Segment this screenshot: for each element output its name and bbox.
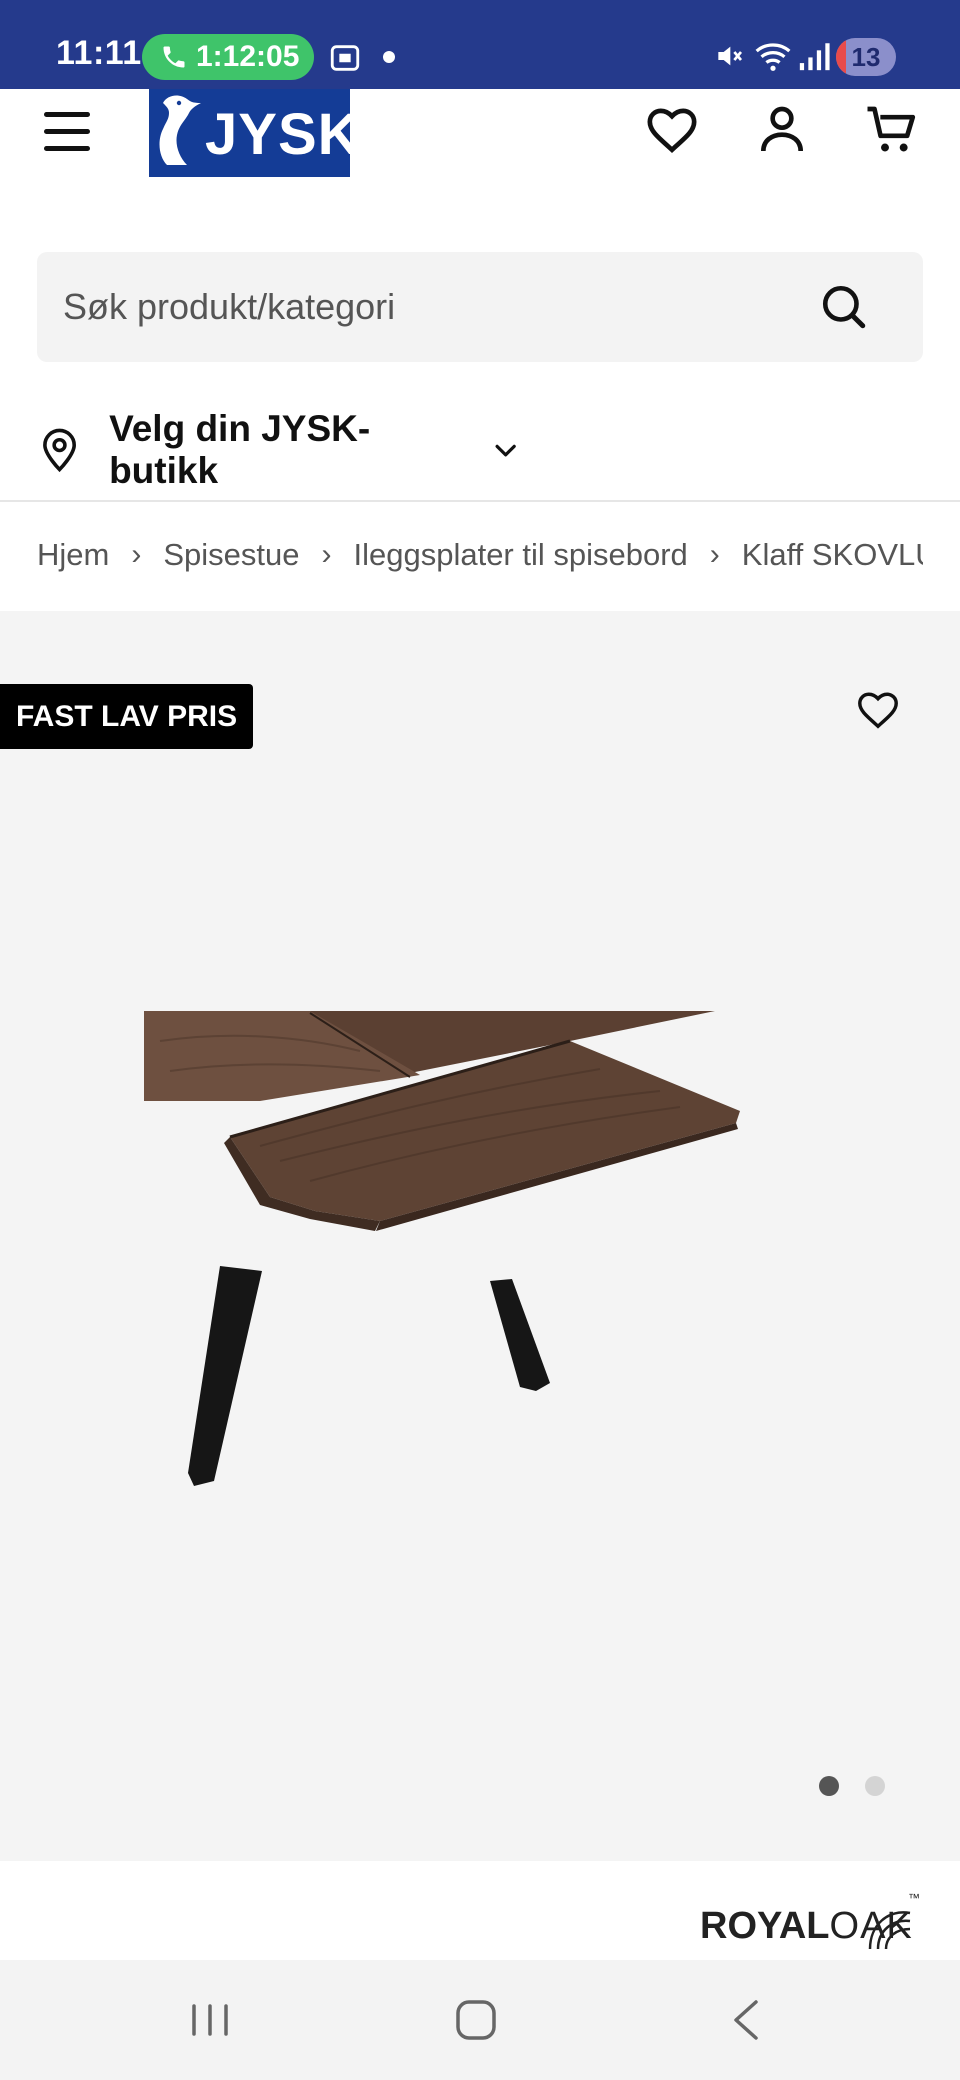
- menu-bar: [44, 112, 90, 117]
- breadcrumb: Hjem › Spisestue › Ileggsplater til spis…: [37, 530, 923, 580]
- location-pin-icon: [43, 428, 76, 473]
- recent-apps-icon[interactable]: [180, 1990, 240, 2050]
- wishlist-heart-icon[interactable]: [644, 102, 700, 158]
- brand-swirl-icon: [868, 1911, 911, 1950]
- signal-icon: [799, 43, 830, 71]
- call-timer: 1:12:05: [196, 40, 300, 73]
- brand-logo: ROYALOAK ™: [700, 1891, 920, 1965]
- gallery-dot-1[interactable]: [819, 1776, 839, 1796]
- bird-logo-icon: [159, 95, 201, 165]
- search-input[interactable]: Søk produkt/kategori: [37, 252, 923, 362]
- gallery-dot-2[interactable]: [865, 1776, 885, 1796]
- gallery-pagination: [819, 1776, 885, 1796]
- battery-badge: 13: [836, 38, 896, 76]
- chevron-right-icon: ›: [131, 538, 142, 571]
- menu-bar: [44, 129, 90, 134]
- site-header: [0, 89, 960, 264]
- notification-dot: [383, 51, 395, 63]
- brand-logo-part1: ROYAL: [700, 1905, 830, 1947]
- divider: [0, 500, 960, 502]
- logo-text: JYSK: [205, 102, 361, 167]
- mute-icon: [718, 46, 743, 66]
- menu-bar: [44, 146, 90, 151]
- wifi-icon: [755, 43, 791, 71]
- search-icon[interactable]: [819, 282, 869, 332]
- chevron-down-icon: [495, 444, 516, 457]
- call-indicator[interactable]: 1:12:05: [142, 34, 314, 80]
- status-bar: 11:11 1:12:05 13: [0, 0, 960, 89]
- store-selector-label: Velg din JYSK-butikk: [109, 408, 371, 491]
- back-icon[interactable]: [716, 1990, 776, 2050]
- phone-icon: [163, 46, 185, 68]
- status-time: 11:11: [56, 34, 142, 72]
- favorite-heart-icon[interactable]: [854, 687, 902, 733]
- chevron-right-icon: ›: [321, 538, 332, 571]
- account-icon[interactable]: [754, 102, 810, 158]
- price-badge: FAST LAV PRIS: [0, 684, 254, 749]
- cart-icon[interactable]: [864, 102, 920, 158]
- breadcrumb-item-dining[interactable]: Spisestue: [163, 537, 299, 573]
- product-image: [144, 1011, 740, 1486]
- menu-button[interactable]: [44, 112, 90, 152]
- jysk-logo[interactable]: JYSK: [149, 89, 360, 177]
- search-placeholder: Søk produkt/kategori: [63, 286, 396, 327]
- screenshot-icon: [330, 45, 360, 71]
- breadcrumb-item-home[interactable]: Hjem: [37, 537, 109, 573]
- system-navigation-bar: [0, 1960, 960, 2080]
- chevron-right-icon: ›: [709, 538, 720, 571]
- store-selector[interactable]: Velg din JYSK-butikk: [40, 408, 520, 491]
- product-gallery[interactable]: FAST LAV PRIS: [0, 611, 960, 1861]
- breadcrumb-item-extension-leaves[interactable]: Ileggsplater til spisebord: [353, 537, 687, 573]
- home-icon[interactable]: [446, 1990, 506, 2050]
- breadcrumb-item-product: Klaff SKOVLU: [741, 537, 923, 572]
- brand-tm: ™: [908, 1891, 920, 1905]
